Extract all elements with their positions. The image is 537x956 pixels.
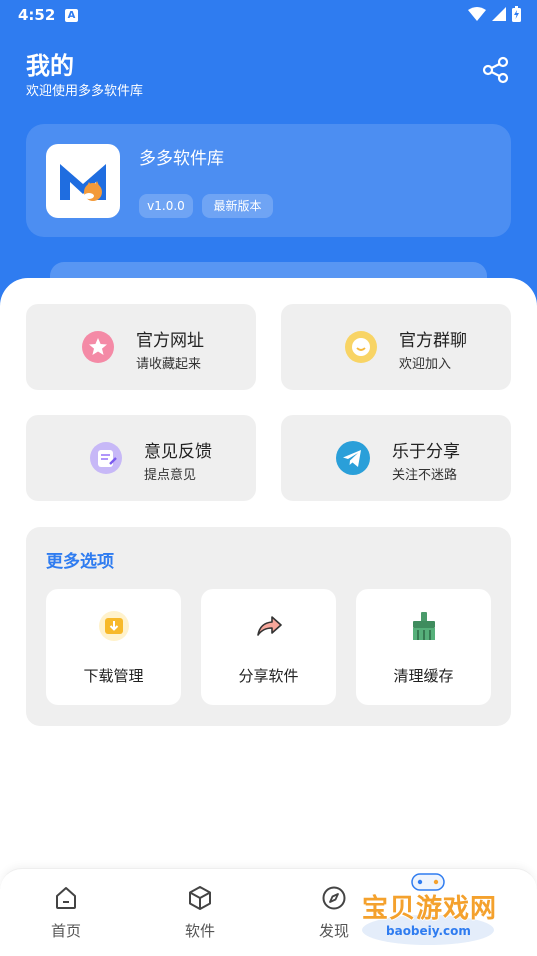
compass-icon [322, 886, 346, 910]
latest-badge: 最新版本 [202, 194, 273, 218]
watermark-url: baobeiy.com [386, 924, 471, 938]
watermark: 宝贝游戏网 baobeiy.com [356, 872, 506, 948]
watermark-text: 宝贝游戏网 [362, 894, 498, 924]
tile-share[interactable]: 乐于分享 关注不迷路 [281, 415, 511, 501]
nav-label: 软件 [184, 922, 215, 940]
option-label: 分享软件 [238, 667, 299, 685]
app-name: 多多软件库 [139, 149, 224, 169]
page-subtitle: 欢迎使用多多软件库 [26, 84, 144, 99]
more-options-panel: 更多选项 下载管理 分享软件 清理缓存 [26, 527, 511, 726]
chat-bubble-icon [345, 331, 377, 363]
page-title: 我的 [26, 52, 74, 80]
nav-label: 首页 [50, 922, 81, 940]
notification-icon: A [65, 9, 78, 22]
tile-desc: 请收藏起来 [136, 357, 202, 372]
broom-icon [413, 612, 435, 640]
option-label: 下载管理 [83, 667, 144, 685]
share-arrow-icon [257, 616, 282, 636]
tile-title: 官方群聊 [399, 331, 467, 351]
tile-desc: 提点意见 [144, 468, 197, 483]
status-time: 4:52 [18, 6, 56, 24]
battery-icon [512, 6, 521, 22]
cube-icon [189, 886, 211, 910]
app-logo-icon [60, 164, 106, 201]
more-options-heading: 更多选项 [46, 552, 114, 572]
option-clear-cache[interactable]: 清理缓存 [356, 589, 491, 705]
nav-home[interactable]: 首页 [26, 885, 106, 947]
tile-desc: 欢迎加入 [399, 357, 452, 372]
app-logo [46, 144, 120, 218]
option-label: 清理缓存 [393, 667, 454, 685]
tile-title: 乐于分享 [392, 442, 460, 462]
tile-feedback[interactable]: 意见反馈 提点意见 [26, 415, 256, 501]
share-icon[interactable] [482, 56, 510, 84]
tile-official-site[interactable]: 官方网址 请收藏起来 [26, 304, 256, 390]
download-icon [99, 611, 129, 641]
nav-software[interactable]: 软件 [160, 885, 240, 947]
option-share-software[interactable]: 分享软件 [201, 589, 336, 705]
signal-icon [492, 7, 506, 21]
option-download-manager[interactable]: 下载管理 [46, 589, 181, 705]
telegram-icon [336, 441, 370, 475]
wifi-icon [468, 7, 486, 21]
version-badge: v1.0.0 [139, 194, 193, 218]
tile-desc: 关注不迷路 [392, 468, 458, 483]
app-info-card: 多多软件库 v1.0.0 最新版本 [26, 124, 511, 237]
feedback-icon [90, 442, 122, 474]
home-icon [56, 887, 76, 909]
star-icon [82, 331, 114, 363]
tile-title: 官方网址 [136, 331, 204, 351]
tile-title: 意见反馈 [144, 442, 212, 462]
tile-official-group[interactable]: 官方群聊 欢迎加入 [281, 304, 511, 390]
status-bar: 4:52 A [0, 0, 537, 32]
